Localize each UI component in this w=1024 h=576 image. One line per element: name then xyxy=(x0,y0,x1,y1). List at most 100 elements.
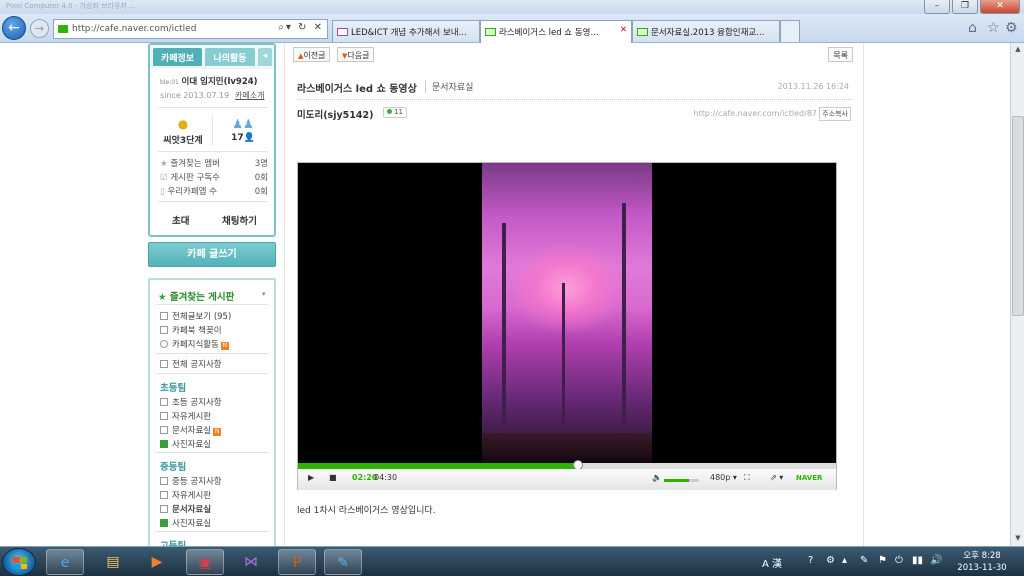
menu-mid-notice[interactable]: 중등 공지사항 xyxy=(160,475,222,487)
video-player[interactable]: ▶ ■ 02:20 04:30 🔈 480p ▾ ⛶ ⇗ ▾ NAVER xyxy=(297,162,837,490)
flag-icon[interactable]: ⚑ xyxy=(878,555,887,566)
ime-settings-icon[interactable]: ⚙ xyxy=(826,555,835,566)
maximize-button[interactable]: ❐ xyxy=(952,0,978,14)
menu-elem-notice[interactable]: 초등 공지사항 xyxy=(160,396,222,408)
dropdown-arrow-icon[interactable]: ▾ xyxy=(262,290,266,298)
green-star-icon: ★ xyxy=(158,292,167,303)
menu-knowledge[interactable]: 카페지식활동 N xyxy=(160,338,229,350)
explorer-taskbar-icon[interactable]: ▤ xyxy=(94,549,132,575)
forward-button[interactable]: → xyxy=(30,19,49,38)
chat-button[interactable]: 채팅하기 xyxy=(222,213,257,227)
stat-label: 게시판 구독수 xyxy=(170,173,220,183)
korean-app-taskbar-icon[interactable]: ✎ xyxy=(324,549,362,575)
network-icon[interactable]: ▮▮ xyxy=(912,555,923,566)
stat-fav-members[interactable]: ★ 즐겨찾는 멤버 3명 xyxy=(160,157,268,169)
tab-mail[interactable]: LED&ICT 개념 추가해서 보내... xyxy=(332,20,480,42)
invite-button[interactable]: 초대 xyxy=(172,213,189,227)
system-clock[interactable]: 오후 8:28 2013-11-30 xyxy=(952,550,1012,574)
ime-indicator[interactable]: A 漢 xyxy=(762,555,782,570)
menu-elem-photos[interactable]: 사진자료실 xyxy=(160,438,211,450)
group-high[interactable]: 고등팀 xyxy=(160,538,186,546)
save-app-taskbar-icon[interactable]: ▣ xyxy=(186,549,224,575)
close-button[interactable]: ✕ xyxy=(980,0,1020,14)
visual-studio-taskbar-icon[interactable]: ⋈ xyxy=(232,549,270,575)
checkbox-icon: ☑ xyxy=(160,173,168,183)
volume-tray-icon[interactable]: 🔊 xyxy=(930,555,942,566)
menu-label: 문서자료실 xyxy=(172,505,212,515)
menu-cafebook[interactable]: 카페북 책꽂이 xyxy=(160,324,222,336)
comment-count: 11 xyxy=(394,108,403,116)
menu-mid-free[interactable]: 자유게시판 xyxy=(160,489,211,501)
naver-logo: NAVER xyxy=(796,474,823,482)
stop-icon[interactable]: ■ xyxy=(329,473,337,482)
volume-icon[interactable]: 🔈 xyxy=(652,473,662,482)
show-hidden-icons-icon[interactable]: ▴ xyxy=(842,555,847,566)
pen-icon[interactable]: ✎ xyxy=(860,555,868,566)
home-icon[interactable]: ⌂ xyxy=(968,20,977,36)
quality-select[interactable]: 480p ▾ xyxy=(710,473,737,482)
volume-slider[interactable] xyxy=(664,479,699,482)
group-elementary[interactable]: 초등팀 xyxy=(160,380,186,394)
menu-mid-photos[interactable]: 사진자료실 xyxy=(160,517,211,529)
address-bar[interactable]: http://cafe.naver.com/ictled ⌕▾ ↻ ✕ xyxy=(53,19,328,39)
post-date: 2013.11.26 16:24 xyxy=(777,82,849,91)
level-info[interactable]: ● 씨앗3단계 xyxy=(152,117,214,146)
minimize-button[interactable]: – xyxy=(924,0,950,14)
copy-url-button[interactable]: 주소복사 xyxy=(819,107,851,121)
menu-notice-all[interactable]: 전체 공지사항 xyxy=(160,358,222,370)
tab-document[interactable]: 문서자료실.2013 융합인재교... xyxy=(632,20,780,42)
board-icon xyxy=(160,360,168,368)
collapse-arrow-icon[interactable]: ◂ xyxy=(258,48,272,66)
back-button[interactable]: ← xyxy=(2,16,26,40)
list-button[interactable]: 목록 xyxy=(828,47,853,62)
scroll-down-icon[interactable]: ▼ xyxy=(1013,534,1023,544)
gear-icon[interactable]: ⚙ xyxy=(1005,20,1018,36)
ie-taskbar-icon[interactable]: e xyxy=(46,549,84,575)
address-url[interactable]: http://cafe.naver.com/ictled xyxy=(72,24,196,34)
media-player-taskbar-icon[interactable]: ▶ xyxy=(138,549,176,575)
fullscreen-icon[interactable]: ⛶ xyxy=(744,473,750,483)
member-name[interactable]: 이대 임지민(lv924) xyxy=(182,77,258,87)
tab-cafe-info[interactable]: 카페정보 xyxy=(153,48,202,66)
forward-arrow-icon: → xyxy=(34,22,45,35)
video-screen[interactable] xyxy=(298,163,836,463)
new-tab-button[interactable] xyxy=(780,20,800,42)
clock-date: 2013-11-30 xyxy=(957,563,1007,573)
menu-mid-docs[interactable]: 문서자료실 xyxy=(160,503,211,515)
menu-elem-free[interactable]: 자유게시판 xyxy=(160,410,211,422)
page-scrollbar[interactable]: ▲ ▼ xyxy=(1010,43,1024,546)
fav-boards-header[interactable]: ★ 즐겨찾는 게시판 xyxy=(158,289,234,303)
cafe-intro-link[interactable]: 카페소개 xyxy=(235,90,264,101)
menu-label: 사진자료실 xyxy=(172,440,212,450)
powerpoint-taskbar-icon[interactable]: P xyxy=(278,549,316,575)
post-description: led 1차시 라스베이거스 영상입니다. xyxy=(297,506,436,516)
stat-cafe-app[interactable]: ▯ 우리카페앱 수 0회 xyxy=(160,185,268,197)
group-middle[interactable]: 중등팀 xyxy=(160,459,186,473)
menu-all-posts[interactable]: 전체글보기 (95) xyxy=(160,310,231,322)
share-icon[interactable]: ⇗ ▾ xyxy=(770,473,783,482)
start-button[interactable] xyxy=(2,548,36,576)
post-url[interactable]: http://cafe.naver.com/ictled/87 xyxy=(694,109,817,118)
help-icon[interactable]: ? xyxy=(808,555,813,566)
power-icon[interactable]: ⏻ xyxy=(895,555,903,566)
post-category[interactable]: 문서자료실 xyxy=(425,80,473,93)
back-arrow-icon: ← xyxy=(8,20,20,36)
address-tools[interactable]: ⌕▾ ↻ ✕ xyxy=(278,22,324,33)
comment-count-badge[interactable]: 11 xyxy=(383,107,407,118)
stat-label: 우리카페앱 수 xyxy=(167,187,218,197)
scroll-thumb[interactable] xyxy=(1012,116,1024,316)
stat-board-subs[interactable]: ☑ 게시판 구독수 0회 xyxy=(160,171,268,183)
scroll-up-icon[interactable]: ▲ xyxy=(1013,45,1023,55)
stat-label: 즐겨찾는 멤버 xyxy=(170,159,220,169)
cafe-write-button[interactable]: 카페 글쓰기 xyxy=(148,242,276,267)
menu-elem-docs[interactable]: 문서자료실 N xyxy=(160,424,222,436)
member-count-info[interactable]: ♟♟ 17👤 xyxy=(212,117,274,143)
post-author[interactable]: 미도리(sjy5142) xyxy=(297,107,373,121)
favorites-star-icon[interactable]: ☆ xyxy=(987,20,1000,36)
prev-post-button[interactable]: ▲이전글 xyxy=(293,47,331,62)
tab-led-video[interactable]: 라스베이거스 led 쇼 동영... ✕ xyxy=(480,20,632,43)
tab-my-activity[interactable]: 나의활동 xyxy=(205,48,255,66)
tab-close-icon[interactable]: ✕ xyxy=(620,25,627,35)
play-icon[interactable]: ▶ xyxy=(308,473,314,482)
next-post-button[interactable]: ▼다음글 xyxy=(337,47,375,62)
